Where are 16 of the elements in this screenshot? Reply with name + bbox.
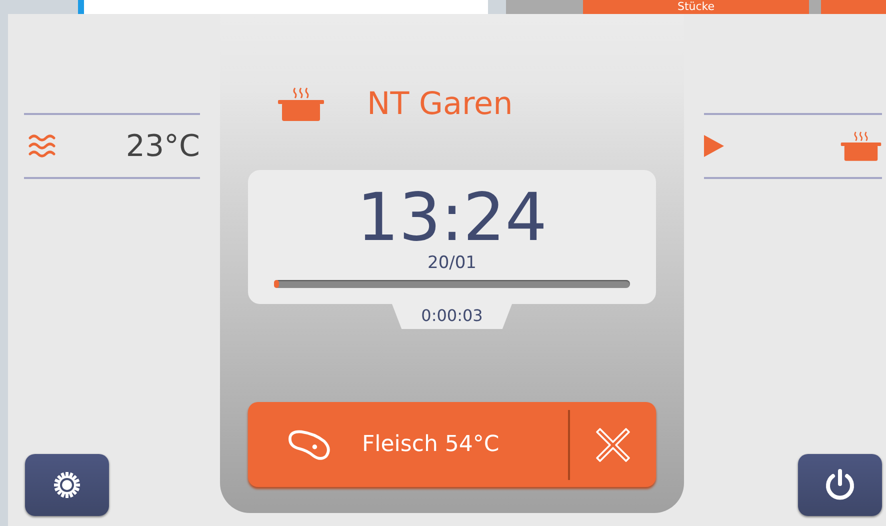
temperature-reading: 23°C: [126, 128, 200, 164]
heat-waves-icon: [28, 132, 58, 160]
program-title: NT Garen: [367, 86, 513, 122]
power-button[interactable]: [798, 454, 882, 516]
pot-icon: [840, 130, 882, 162]
pieces-button[interactable]: Stücke: [583, 0, 809, 14]
elapsed-time: 0:00:03: [392, 304, 512, 329]
text-field[interactable]: [78, 0, 488, 14]
power-icon: [823, 468, 857, 502]
gear-icon: [52, 470, 82, 500]
pot-icon: [277, 86, 325, 122]
clock-time: 13:24: [356, 182, 548, 254]
settings-button[interactable]: [25, 454, 109, 516]
play-icon: [704, 135, 724, 157]
probe-button[interactable]: Fleisch 54°C: [248, 402, 568, 487]
clock-date: 20/01: [428, 254, 476, 272]
